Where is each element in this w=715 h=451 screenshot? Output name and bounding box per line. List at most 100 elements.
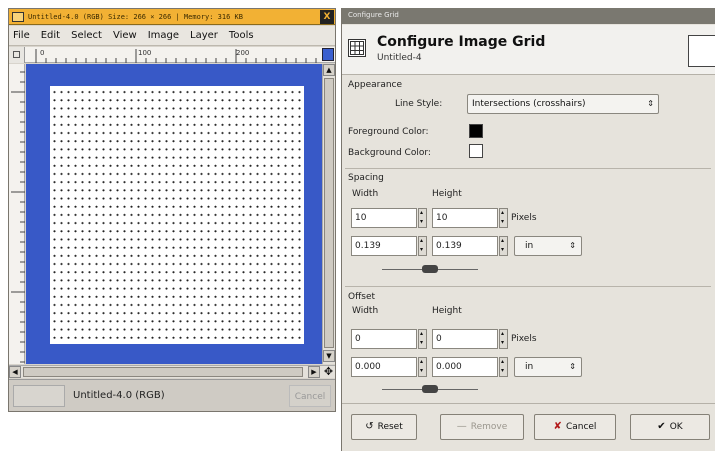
appearance-section-label: Appearance bbox=[348, 80, 403, 90]
scroll-up-icon[interactable]: ▲ bbox=[323, 64, 335, 76]
offset-unit-select[interactable]: in ⇕ bbox=[514, 357, 582, 377]
ok-button[interactable]: ✔ OK bbox=[630, 414, 710, 440]
offset-width-in-input[interactable]: 0.000 bbox=[351, 357, 417, 377]
chevron-updown-icon: ⇕ bbox=[647, 99, 654, 108]
spacing-width-in-input[interactable]: 0.139 bbox=[351, 236, 417, 256]
navigate-icon[interactable]: ✥ bbox=[322, 366, 335, 379]
offset-chain-link-icon[interactable] bbox=[382, 384, 478, 394]
vertical-scroll-thumb[interactable] bbox=[324, 78, 334, 348]
remove-label: Remove bbox=[470, 422, 508, 432]
canvas-area[interactable] bbox=[26, 64, 322, 364]
foreground-color-button[interactable] bbox=[469, 124, 483, 138]
image-menubar: File Edit Select View Image Layer Tools bbox=[9, 26, 335, 46]
spacing-section-label: Spacing bbox=[348, 173, 384, 183]
horizontal-scrollbar[interactable]: ◀ ▶ ✥ bbox=[9, 365, 335, 378]
menu-tools[interactable]: Tools bbox=[229, 30, 254, 41]
offset-height-in-input[interactable]: 0.000 bbox=[432, 357, 498, 377]
configure-grid-dialog: Configure Grid Configure Image Grid Unti… bbox=[341, 8, 715, 451]
cancel-button[interactable]: ✘ Cancel bbox=[534, 414, 616, 440]
offset-unit-value: in bbox=[525, 362, 534, 372]
menu-view[interactable]: View bbox=[113, 30, 137, 41]
dialog-titlebar[interactable]: Configure Grid bbox=[342, 8, 715, 24]
unit-menu-box[interactable] bbox=[13, 385, 65, 407]
remove-button[interactable]: — Remove bbox=[440, 414, 524, 440]
spacing-height-label: Height bbox=[432, 189, 462, 199]
ruler-row: 0 100 200 bbox=[9, 47, 335, 63]
chain-link bbox=[422, 385, 438, 393]
spacing-width-px-input[interactable]: 10 bbox=[351, 208, 417, 228]
menu-layer[interactable]: Layer bbox=[190, 30, 218, 41]
spacing-height-px-input[interactable]: 10 bbox=[432, 208, 498, 228]
zoom-toggle-button[interactable] bbox=[322, 48, 334, 61]
menu-file[interactable]: File bbox=[13, 30, 30, 41]
ruler-mark-0: 0 bbox=[40, 49, 44, 57]
dialog-button-row: ↺ Reset — Remove ✘ Cancel ✔ OK bbox=[342, 403, 715, 451]
line-style-value: Intersections (crosshairs) bbox=[472, 99, 586, 109]
grid-icon bbox=[348, 39, 366, 57]
horizontal-ruler-ticks: 0 100 200 bbox=[35, 49, 317, 63]
spacing-unit-value: in bbox=[525, 241, 534, 251]
chevron-updown-icon: ⇕ bbox=[569, 241, 576, 250]
spacing-height-in-input[interactable]: 0.139 bbox=[432, 236, 498, 256]
spacing-unit-select[interactable]: in ⇕ bbox=[514, 236, 582, 256]
ok-label: OK bbox=[669, 422, 683, 432]
spacing-width-in-spinner[interactable] bbox=[418, 236, 427, 256]
background-color-button[interactable] bbox=[469, 144, 483, 158]
status-cancel-button[interactable]: Cancel bbox=[289, 385, 331, 407]
scroll-down-icon[interactable]: ▼ bbox=[323, 350, 335, 362]
horizontal-ruler[interactable]: 0 100 200 bbox=[26, 47, 321, 63]
image-statusbar: Untitled-4.0 (RGB) Cancel bbox=[9, 379, 335, 411]
offset-width-label: Width bbox=[352, 306, 379, 316]
spacing-px-unit: Pixels bbox=[511, 213, 537, 223]
vertical-scrollbar[interactable]: ▲ ▼ bbox=[322, 64, 335, 364]
chain-link bbox=[422, 265, 438, 273]
quick-mask-toggle[interactable] bbox=[9, 47, 25, 63]
offset-height-label: Height bbox=[432, 306, 462, 316]
image-preview bbox=[688, 35, 715, 67]
vertical-ruler[interactable] bbox=[9, 64, 25, 364]
spacing-width-label: Width bbox=[352, 189, 379, 199]
offset-height-in-spinner[interactable] bbox=[499, 357, 508, 377]
window-menu-icon[interactable] bbox=[12, 11, 24, 22]
dialog-title: Configure Image Grid bbox=[377, 34, 546, 50]
offset-width-px-spinner[interactable] bbox=[418, 329, 427, 349]
background-color-label: Background Color: bbox=[348, 148, 431, 158]
scroll-right-icon[interactable]: ▶ bbox=[308, 366, 320, 378]
menu-edit[interactable]: Edit bbox=[41, 30, 60, 41]
image-window-title: Untitled-4.0 (RGB) Size: 266 × 266 | Mem… bbox=[28, 12, 243, 21]
image-window-titlebar[interactable]: Untitled-4.0 (RGB) Size: 266 × 266 | Mem… bbox=[9, 9, 335, 25]
scroll-left-icon[interactable]: ◀ bbox=[9, 366, 21, 378]
cancel-icon: ✘ bbox=[553, 421, 562, 432]
offset-width-in-spinner[interactable] bbox=[418, 357, 427, 377]
offset-px-unit: Pixels bbox=[511, 334, 537, 344]
line-style-select[interactable]: Intersections (crosshairs) ⇕ bbox=[467, 94, 659, 114]
reset-button[interactable]: ↺ Reset bbox=[351, 414, 417, 440]
menu-select[interactable]: Select bbox=[71, 30, 102, 41]
chevron-updown-icon: ⇕ bbox=[569, 362, 576, 371]
reset-label: Reset bbox=[377, 422, 403, 432]
ruler-mark-100: 100 bbox=[138, 49, 151, 57]
offset-height-px-spinner[interactable] bbox=[499, 329, 508, 349]
spacing-chain-link-icon[interactable] bbox=[382, 264, 478, 274]
pointer-icon bbox=[13, 51, 20, 58]
spacing-height-in-spinner[interactable] bbox=[499, 236, 508, 256]
dialog-header: Configure Image Grid Untitled-4 bbox=[342, 25, 715, 75]
horizontal-scroll-thumb[interactable] bbox=[23, 367, 303, 377]
offset-section-label: Offset bbox=[348, 292, 376, 302]
spacing-width-px-spinner[interactable] bbox=[418, 208, 427, 228]
close-icon[interactable]: X bbox=[320, 9, 334, 24]
image-canvas-grid[interactable] bbox=[50, 86, 304, 344]
line-style-label: Line Style: bbox=[395, 99, 443, 109]
menu-image[interactable]: Image bbox=[148, 30, 179, 41]
separator bbox=[345, 286, 711, 287]
vertical-ruler-ticks bbox=[11, 71, 25, 363]
separator bbox=[345, 168, 711, 169]
offset-height-px-input[interactable]: 0 bbox=[432, 329, 498, 349]
remove-icon: — bbox=[456, 421, 467, 432]
spacing-height-px-spinner[interactable] bbox=[499, 208, 508, 228]
cancel-label: Cancel bbox=[565, 422, 597, 432]
offset-width-px-input[interactable]: 0 bbox=[351, 329, 417, 349]
dialog-subtitle: Untitled-4 bbox=[377, 53, 422, 63]
reset-icon: ↺ bbox=[365, 421, 374, 432]
image-window: Untitled-4.0 (RGB) Size: 266 × 266 | Mem… bbox=[8, 8, 336, 412]
